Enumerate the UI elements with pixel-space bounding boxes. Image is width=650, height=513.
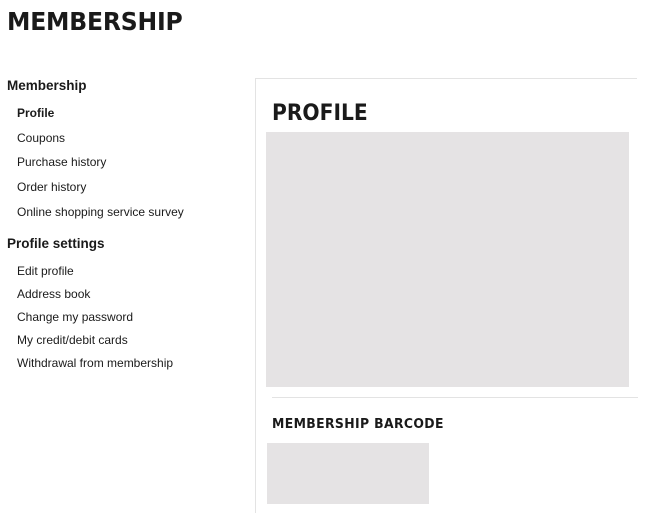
section-title-profile-settings: Profile settings (7, 236, 105, 251)
sidebar-item-change-password[interactable]: Change my password (17, 309, 133, 325)
sidebar-item-coupons[interactable]: Coupons (17, 130, 65, 146)
section-divider (272, 397, 638, 398)
sidebar-item-profile[interactable]: Profile (17, 105, 54, 121)
page-title: MEMBERSHIP (7, 7, 183, 36)
profile-placeholder (266, 132, 629, 387)
sidebar-item-order-history[interactable]: Order history (17, 179, 86, 195)
barcode-placeholder (267, 443, 429, 504)
sidebar-item-purchase-history[interactable]: Purchase history (17, 154, 106, 170)
sidebar-item-credit-debit-cards[interactable]: My credit/debit cards (17, 332, 128, 348)
sidebar-item-edit-profile[interactable]: Edit profile (17, 263, 74, 279)
barcode-heading: MEMBERSHIP BARCODE (272, 416, 444, 432)
sidebar-item-address-book[interactable]: Address book (17, 286, 90, 302)
section-title-membership: Membership (7, 78, 87, 93)
sidebar-item-withdrawal[interactable]: Withdrawal from membership (17, 355, 173, 371)
sidebar-item-online-shopping-survey[interactable]: Online shopping service survey (17, 204, 184, 220)
profile-heading: PROFILE (272, 101, 368, 126)
main-content: PROFILE MEMBERSHIP BARCODE (255, 78, 638, 513)
